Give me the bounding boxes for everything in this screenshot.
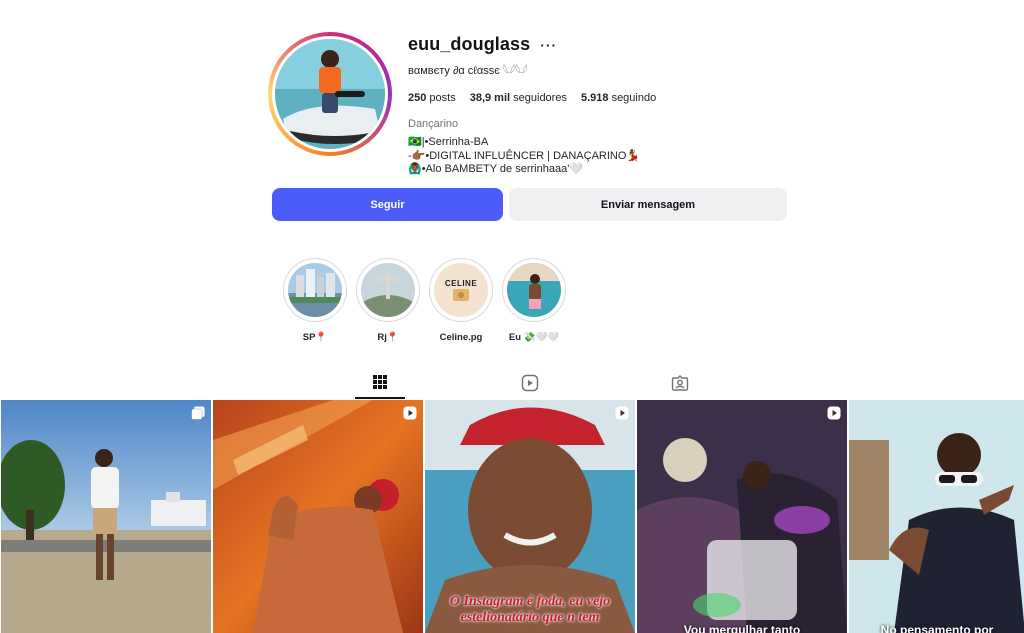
profile-stats: 250 posts 38,9 mil seguidores 5.918 segu… xyxy=(408,92,656,104)
following-stat[interactable]: 5.918 seguindo xyxy=(581,92,656,104)
highlight-label: SP📍 xyxy=(302,332,328,343)
post-caption: No pensamento por xyxy=(880,623,994,633)
avatar xyxy=(275,39,385,149)
profile-tabs xyxy=(355,366,705,399)
tab-reels[interactable] xyxy=(505,366,555,399)
post-tile[interactable]: Vou mergulhar tanto xyxy=(637,400,847,633)
story-ring xyxy=(268,32,392,156)
tagged-icon xyxy=(671,374,689,391)
celine-logo: CELINE xyxy=(444,278,478,288)
post-caption: O Instagram é foda, eu vejo estelionatár… xyxy=(449,594,611,625)
post-tile[interactable]: No pensamento por xyxy=(849,400,1024,633)
highlight-label: Rj📍 xyxy=(377,332,399,343)
send-message-button[interactable]: Enviar mensagem xyxy=(509,188,787,221)
post-image xyxy=(849,400,1024,633)
follow-button[interactable]: Seguir xyxy=(272,188,503,221)
posts-count: 250 xyxy=(408,92,427,104)
following-label: seguindo xyxy=(611,92,657,104)
post-tile[interactable]: O Instagram é foda, eu vejo estelionatár… xyxy=(425,400,635,633)
highlight-label: Celine.pg xyxy=(439,332,483,343)
full-name: вαмвєту ∂α cℓαѕѕє 𓆩𓆪𓆩𓆪 xyxy=(408,65,528,77)
posts-label: posts xyxy=(429,92,456,104)
reels-icon xyxy=(521,374,539,391)
post-image xyxy=(213,400,423,633)
reel-icon xyxy=(403,406,417,420)
more-options-icon[interactable]: ··· xyxy=(540,37,557,53)
carousel-icon xyxy=(191,406,205,420)
post-tile[interactable] xyxy=(213,400,423,633)
post-image xyxy=(637,400,847,633)
grid-icon xyxy=(373,374,387,389)
followers-stat[interactable]: 38,9 mil seguidores xyxy=(470,92,567,104)
posts-stat[interactable]: 250 posts xyxy=(408,92,456,104)
post-caption: Vou mergulhar tanto xyxy=(683,623,801,633)
bio-line: 🙆🏾‍♂️•Alo BAMBETY de serrinhaaa'🤍 xyxy=(408,163,583,175)
following-count: 5.918 xyxy=(580,92,609,104)
highlight-thumbnail xyxy=(507,263,561,317)
highlight-thumbnail: CELINE xyxy=(434,263,488,317)
post-image xyxy=(1,400,211,633)
bio: 🇧🇷|•Serrinha-BA -👉🏾•DIGITAL INFLUÊNCER |… xyxy=(408,136,656,177)
profile-info: euu_douglass ··· вαмвєту ∂α cℓαѕѕє 𓆩𓆪𓆩𓆪 … xyxy=(408,34,656,177)
celine-emblem-icon xyxy=(453,288,469,301)
highlight-thumbnail xyxy=(361,263,415,317)
username: euu_douglass xyxy=(408,34,531,54)
followers-count: 38,9 mil xyxy=(469,92,511,104)
tab-posts[interactable] xyxy=(355,366,405,399)
posts-grid: O Instagram é foda, eu vejo estelionatár… xyxy=(1,400,1024,633)
story-highlights: SP📍 Rj📍 CELINE Celine.pg Eu 💸🤍🤍 xyxy=(283,258,566,343)
highlight-thumbnail xyxy=(288,263,342,317)
bio-line: -👉🏾•DIGITAL INFLUÊNCER | DANAÇARINO💃🏾 xyxy=(408,149,641,162)
highlight-item[interactable]: Eu 💸🤍🤍 xyxy=(502,258,566,343)
highlight-item[interactable]: SP📍 xyxy=(283,258,347,343)
bio-line: 🇧🇷|•Serrinha-BA xyxy=(408,136,489,148)
highlight-item[interactable]: CELINE Celine.pg xyxy=(429,258,493,343)
highlight-item[interactable]: Rj📍 xyxy=(356,258,420,343)
reel-icon xyxy=(827,406,841,420)
post-tile[interactable] xyxy=(1,400,211,633)
tab-tagged[interactable] xyxy=(655,366,705,399)
reel-icon xyxy=(615,406,629,420)
followers-label: seguidores xyxy=(513,92,567,104)
category-label: Dançarino xyxy=(408,118,459,130)
highlight-label: Eu 💸🤍🤍 xyxy=(508,332,560,343)
